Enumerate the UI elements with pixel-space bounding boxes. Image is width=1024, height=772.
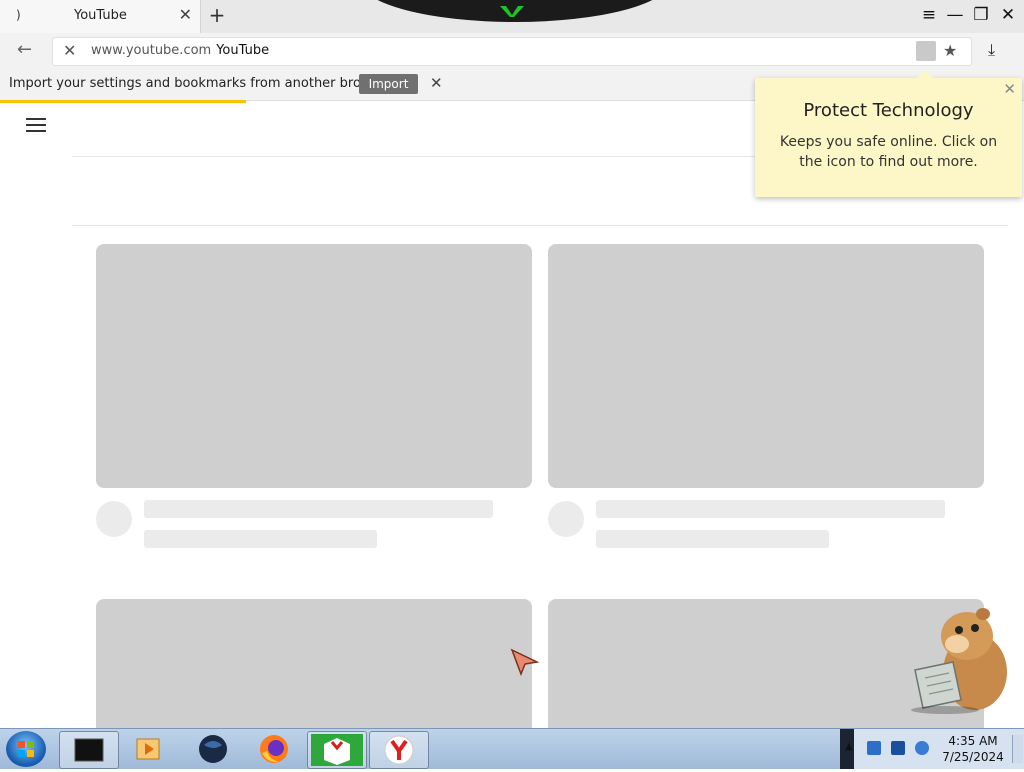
taskbar-media-player[interactable] — [120, 731, 178, 767]
url-page-title: YouTube — [216, 43, 270, 58]
browser-globe-icon — [199, 735, 227, 763]
taskbar: ▲ 4:35 AM 7/25/2024 — [0, 728, 1024, 769]
close-window-button[interactable]: ✕ — [996, 5, 1020, 25]
yandex-browser-icon — [384, 735, 414, 765]
browser-logo-icon — [500, 6, 524, 17]
bookmark-star-icon[interactable]: ★ — [943, 41, 957, 60]
back-button[interactable]: ← — [17, 39, 32, 60]
popup-title: Protect Technology — [803, 100, 974, 121]
url-text[interactable]: www.youtube.com YouTube — [91, 43, 269, 58]
tab-youtube[interactable]: ) YouTube ✕ — [0, 0, 201, 33]
taskbar-firefox[interactable] — [245, 731, 303, 767]
channel-avatar-placeholder — [548, 501, 584, 537]
installer-box-icon — [311, 734, 363, 766]
stop-loading-icon[interactable]: ✕ — [63, 41, 76, 60]
download-icon[interactable]: ⤓ — [988, 40, 995, 60]
tab-close-icon[interactable]: ✕ — [179, 5, 192, 24]
hamburger-menu-icon[interactable] — [26, 118, 46, 134]
taskbar-yandex-browser[interactable] — [369, 731, 429, 769]
clock-time: 4:35 AM — [948, 734, 998, 748]
address-bar[interactable]: ✕ www.youtube.com YouTube ★ — [52, 37, 972, 66]
popup-body: Keeps you safe online. Click on the icon… — [779, 134, 998, 170]
video-thumbnail-placeholder[interactable] — [548, 244, 984, 488]
mouse-cursor-icon — [510, 648, 540, 676]
video-meta-placeholder — [144, 530, 377, 548]
popup-close-icon[interactable]: ✕ — [1003, 80, 1016, 98]
restore-button[interactable]: ❐ — [969, 5, 993, 25]
video-meta-placeholder — [596, 530, 829, 548]
channel-avatar-placeholder — [96, 501, 132, 537]
tab-strip: ) YouTube ✕ + ≡ — ❐ ✕ — [0, 0, 1024, 33]
video-title-placeholder — [144, 500, 493, 518]
clock-date: 7/25/2024 — [942, 750, 1004, 764]
toolbar: ← ✕ www.youtube.com YouTube ★ ⤓ — [0, 33, 1024, 68]
protect-shield-icon[interactable] — [916, 41, 936, 61]
volume-icon[interactable] — [915, 741, 929, 755]
divider — [72, 225, 1008, 226]
start-button[interactable] — [6, 731, 46, 767]
system-clock[interactable]: 4:35 AM 7/25/2024 — [938, 733, 1008, 765]
menu-icon[interactable]: ≡ — [917, 5, 941, 25]
firefox-icon — [260, 735, 288, 763]
taskbar-browser-globe[interactable] — [184, 731, 242, 767]
video-title-placeholder — [596, 500, 945, 518]
minimize-button[interactable]: — — [943, 5, 967, 25]
network-icon[interactable] — [867, 741, 881, 755]
import-close-icon[interactable]: ✕ — [430, 74, 443, 92]
import-message: Import your settings and bookmarks from … — [9, 76, 395, 91]
page-load-progress — [0, 100, 246, 103]
show-desktop-button[interactable] — [1012, 735, 1023, 763]
media-player-icon — [136, 738, 160, 760]
tray-expand-icon[interactable]: ▲ — [845, 741, 853, 752]
display-icon[interactable] — [891, 741, 905, 755]
video-thumbnail-placeholder[interactable] — [96, 244, 532, 488]
new-tab-button[interactable]: + — [206, 3, 228, 27]
import-button[interactable]: Import — [359, 74, 418, 94]
loading-spinner-icon: ) — [16, 8, 21, 22]
hamster-mascot-icon — [911, 608, 1007, 714]
windows-logo-icon — [18, 741, 34, 757]
tab-title: YouTube — [74, 8, 127, 23]
protect-popup: ✕ Protect Technology Keeps you safe onli… — [755, 70, 1022, 197]
url-domain: www.youtube.com — [91, 43, 212, 58]
video-thumbnail-placeholder[interactable] — [96, 599, 532, 739]
taskbar-terminal[interactable] — [59, 731, 119, 769]
terminal-icon — [74, 738, 104, 762]
taskbar-installer[interactable] — [307, 731, 367, 769]
